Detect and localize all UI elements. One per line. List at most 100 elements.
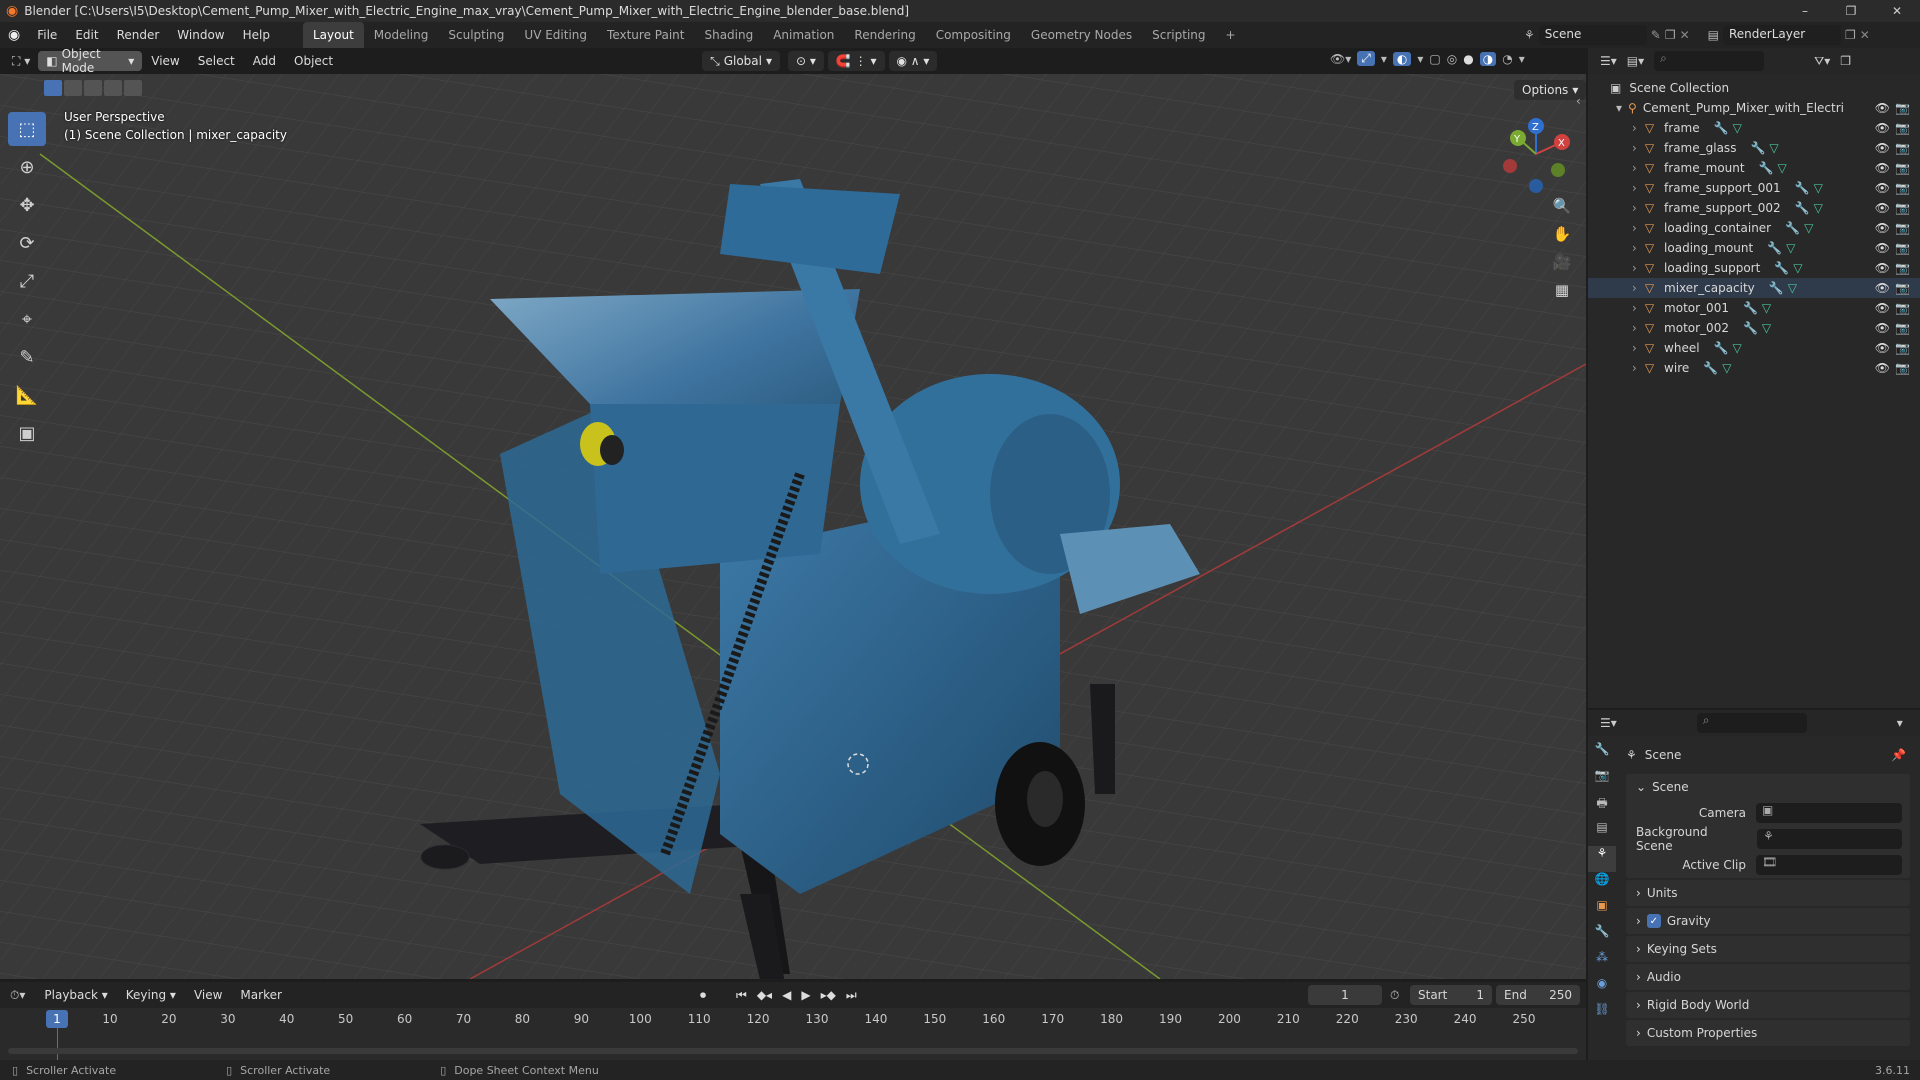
modifier-wrench-icon[interactable]: 🔧 bbox=[1767, 241, 1782, 255]
tab-shading[interactable]: Shading bbox=[694, 22, 763, 48]
xray-icon[interactable]: ▢ bbox=[1429, 52, 1440, 66]
active-clip-field[interactable]: 🎞 bbox=[1756, 855, 1902, 875]
scene-collection-row[interactable]: ▣ Scene Collection bbox=[1588, 78, 1920, 98]
scene-panel-header[interactable]: ⌄ Scene bbox=[1626, 774, 1910, 800]
gizmo-dropdown-icon[interactable]: ▾ bbox=[1381, 52, 1387, 66]
mesh-data-icon[interactable]: ▽ bbox=[1804, 221, 1813, 235]
render-camera-icon[interactable]: 📷 bbox=[1895, 241, 1910, 255]
render-tab-icon[interactable]: 📷 bbox=[1588, 768, 1616, 794]
overlay-toggle-icon[interactable]: ◐ bbox=[1392, 51, 1412, 66]
select-subtract-icon[interactable] bbox=[84, 80, 102, 96]
outliner-item-loading-container[interactable]: › ▽ loading_container 🔧 ▽ 👁 📷 bbox=[1588, 218, 1920, 238]
outliner-item-motor-002[interactable]: › ▽ motor_002 🔧 ▽ 👁 📷 bbox=[1588, 318, 1920, 338]
end-frame-field[interactable]: End 250 bbox=[1496, 985, 1580, 1005]
solid-shading-icon[interactable]: ● bbox=[1463, 52, 1473, 66]
render-camera-icon[interactable]: 📷 bbox=[1895, 281, 1910, 295]
mesh-data-icon[interactable]: ▽ bbox=[1793, 261, 1802, 275]
expand-icon[interactable]: › bbox=[1632, 221, 1637, 235]
tab-sculpting[interactable]: Sculpting bbox=[438, 22, 514, 48]
menu-add[interactable]: Add bbox=[244, 48, 285, 74]
custom-properties-panel[interactable]: › Custom Properties bbox=[1626, 1020, 1910, 1046]
outliner-item-loading-support[interactable]: › ▽ loading_support 🔧 ▽ 👁 📷 bbox=[1588, 258, 1920, 278]
menu-file[interactable]: File bbox=[28, 22, 66, 48]
menu-select[interactable]: Select bbox=[189, 48, 244, 74]
render-camera-icon[interactable]: 📷 bbox=[1895, 361, 1910, 375]
blender-menu-icon[interactable]: ◉ bbox=[0, 27, 28, 43]
pan-hand-icon[interactable]: ✋ bbox=[1548, 220, 1576, 248]
visibility-eye-icon[interactable]: 👁 bbox=[1875, 201, 1890, 215]
modifier-wrench-icon[interactable]: 🔧 bbox=[1785, 221, 1800, 235]
tab-layout[interactable]: Layout bbox=[302, 22, 364, 48]
render-camera-icon[interactable]: 📷 bbox=[1895, 201, 1910, 215]
rendered-shading-icon[interactable]: ◔ bbox=[1502, 52, 1512, 66]
visibility-eye-icon[interactable]: 👁 bbox=[1875, 141, 1890, 155]
camera-view-icon[interactable]: 🎥 bbox=[1548, 248, 1576, 276]
background-scene-field[interactable]: ⚘ bbox=[1757, 829, 1902, 849]
modifier-wrench-icon[interactable]: 🔧 bbox=[1769, 281, 1784, 295]
tab-geometry-nodes[interactable]: Geometry Nodes bbox=[1021, 22, 1142, 48]
next-keyframe-icon[interactable]: ▸◆ bbox=[821, 988, 836, 1003]
mesh-data-icon[interactable]: ▽ bbox=[1733, 341, 1742, 355]
pin-icon[interactable]: ✎ bbox=[1651, 28, 1661, 42]
outliner-item-wire[interactable]: › ▽ wire 🔧 ▽ 👁 📷 bbox=[1588, 358, 1920, 378]
pivot-selector[interactable]: ⊙ ▾ bbox=[788, 51, 824, 71]
expand-icon[interactable]: › bbox=[1632, 301, 1637, 315]
zoom-icon[interactable]: 🔍 bbox=[1548, 192, 1576, 220]
tab-animation[interactable]: Animation bbox=[763, 22, 844, 48]
mode-selector[interactable]: ◧ Object Mode ▾ bbox=[38, 47, 143, 75]
visibility-eye-icon[interactable]: 👁 bbox=[1875, 361, 1890, 375]
modifier-wrench-icon[interactable]: 🔧 bbox=[1743, 321, 1758, 335]
play-reverse-icon[interactable]: ◀ bbox=[782, 988, 791, 1003]
visibility-eye-icon[interactable]: 👁 bbox=[1875, 261, 1890, 275]
expand-icon[interactable]: › bbox=[1632, 121, 1637, 135]
mesh-data-icon[interactable]: ▽ bbox=[1814, 181, 1823, 195]
render-camera-icon[interactable]: 📷 bbox=[1895, 181, 1910, 195]
prev-keyframe-icon[interactable]: ◆◂ bbox=[757, 988, 772, 1003]
outliner-search-input[interactable]: ⌕ bbox=[1654, 51, 1765, 71]
new-collection-icon[interactable]: ❐ bbox=[1840, 54, 1851, 68]
menu-object[interactable]: Object bbox=[285, 48, 342, 74]
new-layer-icon[interactable]: ❐ bbox=[1845, 28, 1856, 42]
modifier-wrench-icon[interactable]: 🔧 bbox=[1759, 161, 1774, 175]
outliner-editor-icon[interactable]: ☰▾ bbox=[1600, 54, 1617, 68]
tool-tab-icon[interactable]: 🔧 bbox=[1588, 742, 1616, 768]
gizmo-neg-y-icon[interactable] bbox=[1551, 163, 1565, 177]
visibility-eye-icon[interactable]: 👁 bbox=[1875, 301, 1890, 315]
render-camera-icon[interactable]: 📷 bbox=[1895, 101, 1910, 115]
outliner-item-frame-mount[interactable]: › ▽ frame_mount 🔧 ▽ 👁 📷 bbox=[1588, 158, 1920, 178]
rigid-body-world-panel[interactable]: › Rigid Body World bbox=[1626, 992, 1910, 1018]
scene-tab-icon[interactable]: ⚘ bbox=[1588, 846, 1616, 872]
timeline-scrollbar[interactable] bbox=[8, 1048, 1578, 1054]
sidebar-toggle-icon[interactable]: ‹ bbox=[1576, 94, 1581, 108]
modifier-tab-icon[interactable]: 🔧 bbox=[1588, 924, 1616, 950]
mesh-data-icon[interactable]: ▽ bbox=[1769, 141, 1778, 155]
menu-edit[interactable]: Edit bbox=[66, 22, 107, 48]
outliner-item-frame-glass[interactable]: › ▽ frame_glass 🔧 ▽ 👁 📷 bbox=[1588, 138, 1920, 158]
add-workspace-icon[interactable]: + bbox=[1216, 22, 1246, 48]
mesh-data-icon[interactable]: ▽ bbox=[1778, 161, 1787, 175]
modifier-wrench-icon[interactable]: 🔧 bbox=[1743, 301, 1758, 315]
visibility-eye-icon[interactable]: 👁 bbox=[1875, 241, 1890, 255]
render-camera-icon[interactable]: 📷 bbox=[1895, 341, 1910, 355]
modifier-wrench-icon[interactable]: 🔧 bbox=[1714, 121, 1729, 135]
start-frame-field[interactable]: Start 1 bbox=[1410, 985, 1492, 1005]
3d-viewport[interactable]: User Perspective (1) Scene Collection | … bbox=[0, 74, 1586, 979]
outliner-item-frame-support-002[interactable]: › ▽ frame_support_002 🔧 ▽ 👁 📷 bbox=[1588, 198, 1920, 218]
snap-toggle[interactable]: 🧲 ⋮ ▾ bbox=[827, 51, 885, 71]
filter-icon[interactable]: ⛛▾ bbox=[1814, 54, 1830, 69]
modifier-wrench-icon[interactable]: 🔧 bbox=[1714, 341, 1729, 355]
select-invert-icon[interactable] bbox=[104, 80, 122, 96]
mesh-data-icon[interactable]: ▽ bbox=[1762, 301, 1771, 315]
visibility-icon[interactable]: 👁▾ bbox=[1330, 52, 1351, 66]
preview-range-icon[interactable]: ⏱ bbox=[1390, 988, 1399, 1003]
timeline-editor-icon[interactable]: ⏱▾ bbox=[10, 988, 25, 1003]
expand-icon[interactable]: › bbox=[1632, 141, 1637, 155]
keying-sets-panel[interactable]: › Keying Sets bbox=[1626, 936, 1910, 962]
expand-icon[interactable]: › bbox=[1632, 161, 1637, 175]
visibility-eye-icon[interactable]: 👁 bbox=[1875, 101, 1890, 115]
units-panel[interactable]: › Units bbox=[1626, 880, 1910, 906]
view-layer-tab-icon[interactable]: ▤ bbox=[1588, 820, 1616, 846]
outliner-item-frame[interactable]: › ▽ frame 🔧 ▽ 👁 📷 bbox=[1588, 118, 1920, 138]
measure-tool-icon[interactable]: 📐 bbox=[8, 378, 46, 412]
expand-icon[interactable]: › bbox=[1632, 341, 1637, 355]
